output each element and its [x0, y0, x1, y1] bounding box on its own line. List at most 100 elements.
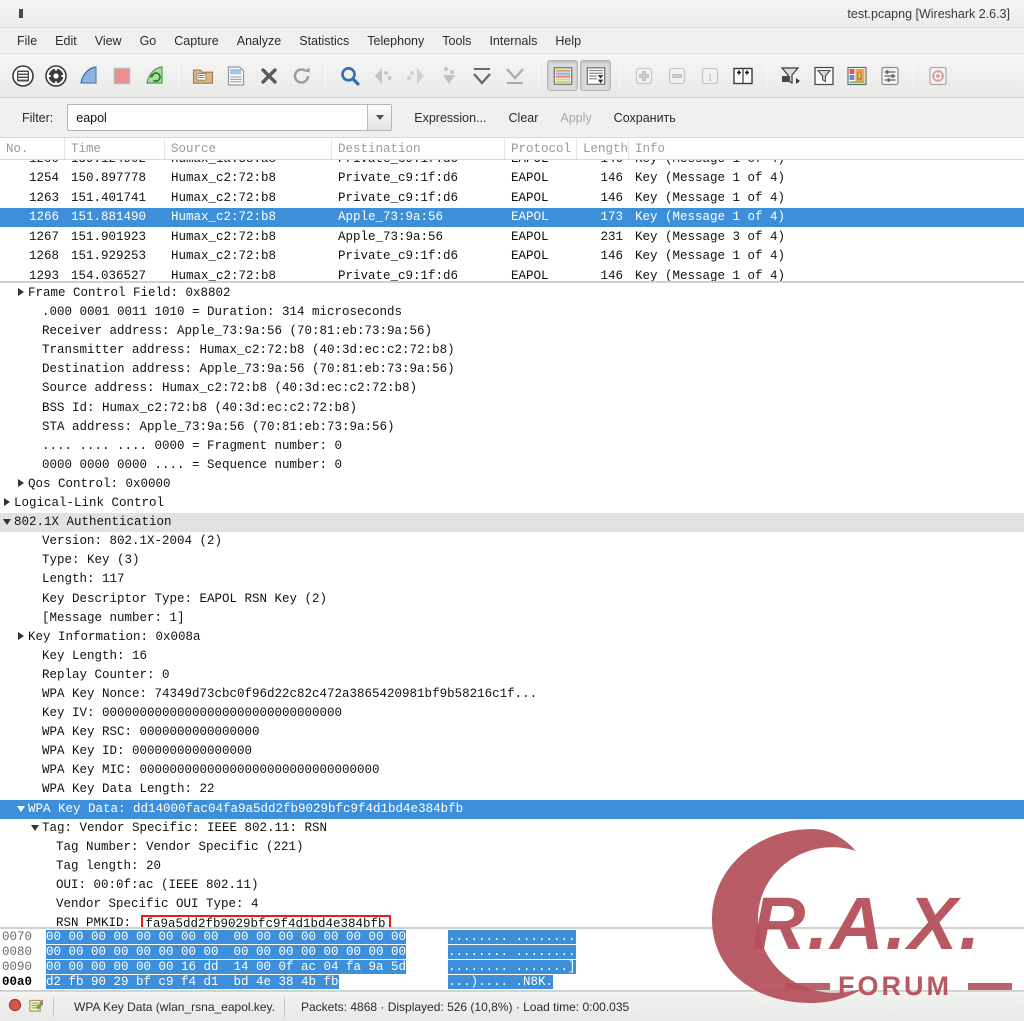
table-row[interactable]: 1254 150.897778 Humax_c2:72:b8 Private_c… — [0, 169, 1024, 189]
display-filters-icon[interactable] — [808, 60, 839, 91]
detail-tree-row[interactable]: Source address: Humax_c2:72:b8 (40:3d:ec… — [0, 379, 1024, 398]
detail-tree-row[interactable]: Tag Number: Vendor Specific (221) — [0, 838, 1024, 857]
column-header-destination[interactable]: Destination — [332, 138, 505, 159]
menu-item-file[interactable]: File — [8, 31, 46, 51]
filter-save-button[interactable]: Сохранить — [614, 111, 676, 125]
detail-tree-row[interactable]: BSS Id: Humax_c2:72:b8 (40:3d:ec:c2:72:b… — [0, 399, 1024, 418]
zoom-in-icon[interactable] — [628, 60, 659, 91]
chevron-right-icon[interactable] — [14, 284, 28, 303]
interface-list-icon[interactable] — [7, 60, 38, 91]
chevron-right-icon[interactable] — [14, 628, 28, 647]
resize-columns-icon[interactable] — [727, 60, 758, 91]
detail-tree-row[interactable]: Destination address: Apple_73:9a:56 (70:… — [0, 360, 1024, 379]
column-header-info[interactable]: Info — [629, 138, 1024, 159]
detail-tree-row[interactable]: RSN PMKID: fa9a5dd2fb9029bfc9f4d1bd4e384… — [0, 914, 1024, 927]
detail-tree-row[interactable]: Key Information: 0x008a — [0, 628, 1024, 647]
packet-list-rows[interactable]: 1200 139.124902 Humax_1a:88:a8 Private_c… — [0, 160, 1024, 281]
preferences-icon[interactable] — [874, 60, 905, 91]
detail-tree-row[interactable]: .000 0001 0011 1010 = Duration: 314 micr… — [0, 303, 1024, 322]
go-back-icon[interactable] — [367, 60, 398, 91]
detail-tree-row[interactable]: WPA Key Nonce: 74349d73cbc0f96d22c82c472… — [0, 685, 1024, 704]
menu-item-go[interactable]: Go — [131, 31, 166, 51]
open-file-icon[interactable] — [187, 60, 218, 91]
detail-tree-row[interactable]: Frame Control Field: 0x8802 — [0, 284, 1024, 303]
detail-tree-row[interactable]: Replay Counter: 0 — [0, 666, 1024, 685]
menu-item-analyze[interactable]: Analyze — [228, 31, 290, 51]
detail-tree-row[interactable]: Type: Key (3) — [0, 551, 1024, 570]
coloring-rules-icon[interactable] — [841, 60, 872, 91]
packet-list-pane[interactable]: No. Time Source Destination Protocol Len… — [0, 138, 1024, 283]
menu-item-internals[interactable]: Internals — [480, 31, 546, 51]
detail-tree-row[interactable]: Tag: Vendor Specific: IEEE 802.11: RSN — [0, 819, 1024, 838]
column-header-source[interactable]: Source — [165, 138, 332, 159]
find-packet-icon[interactable] — [334, 60, 365, 91]
zoom-normal-icon[interactable]: 1 — [694, 60, 725, 91]
menu-item-help[interactable]: Help — [546, 31, 590, 51]
go-forward-icon[interactable] — [400, 60, 431, 91]
detail-tree-row[interactable]: [Message number: 1] — [0, 609, 1024, 628]
chevron-down-icon[interactable] — [14, 800, 28, 819]
detail-tree-row[interactable]: Key Length: 16 — [0, 647, 1024, 666]
colorize-icon[interactable] — [547, 60, 578, 91]
detail-tree-row[interactable]: Version: 802.1X-2004 (2) — [0, 532, 1024, 551]
column-header-time[interactable]: Time — [65, 138, 165, 159]
capture-comment-icon[interactable] — [28, 998, 44, 1016]
column-header-no[interactable]: No. — [0, 138, 65, 159]
detail-tree-row[interactable]: Key IV: 00000000000000000000000000000000 — [0, 704, 1024, 723]
detail-tree-row[interactable]: .... .... .... 0000 = Fragment number: 0 — [0, 437, 1024, 456]
menu-item-view[interactable]: View — [86, 31, 131, 51]
reload-file-icon[interactable] — [286, 60, 317, 91]
detail-tree-row[interactable]: WPA Key Data Length: 22 — [0, 780, 1024, 799]
detail-tree-row[interactable]: WPA Key Data: dd14000fac04fa9a5dd2fb9029… — [0, 799, 1024, 819]
filter-clear-button[interactable]: Clear — [509, 111, 539, 125]
detail-tree-row[interactable]: Vendor Specific OUI Type: 4 — [0, 895, 1024, 914]
menu-item-statistics[interactable]: Statistics — [290, 31, 358, 51]
start-capture-icon[interactable] — [73, 60, 104, 91]
filter-history-dropdown[interactable] — [367, 105, 392, 130]
column-header-length[interactable]: Length — [577, 138, 629, 159]
hex-dump-row[interactable]: 0080 00 00 00 00 00 00 00 00 00 00 00 00 … — [0, 945, 1024, 960]
packet-details-pane[interactable]: Frame Control Field: 0x8802 .000 0001 001… — [0, 283, 1024, 929]
chevron-right-icon[interactable] — [0, 494, 14, 513]
detail-tree-row[interactable]: Qos Control: 0x0000 — [0, 475, 1024, 494]
save-file-icon[interactable] — [220, 60, 251, 91]
restart-capture-icon[interactable] — [139, 60, 170, 91]
chevron-down-icon[interactable] — [28, 819, 42, 838]
detail-tree-row[interactable]: WPA Key MIC: 000000000000000000000000000… — [0, 761, 1024, 780]
table-row[interactable]: 1267 151.901923 Humax_c2:72:b8 Apple_73:… — [0, 227, 1024, 247]
chevron-down-icon[interactable] — [0, 513, 14, 532]
stop-capture-icon[interactable] — [106, 60, 137, 91]
detail-tree-row[interactable]: Logical-Link Control — [0, 494, 1024, 513]
menu-item-tools[interactable]: Tools — [433, 31, 480, 51]
capture-options-icon[interactable] — [40, 60, 71, 91]
hex-dump-row[interactable]: 0090 00 00 00 00 00 00 16 dd 14 00 0f ac … — [0, 960, 1024, 975]
menu-item-telephony[interactable]: Telephony — [358, 31, 433, 51]
detail-tree-row[interactable]: WPA Key ID: 0000000000000000 — [0, 742, 1024, 761]
table-row[interactable]: 1263 151.401741 Humax_c2:72:b8 Private_c… — [0, 188, 1024, 208]
filter-input-wrapper[interactable]: eapol — [67, 104, 393, 131]
go-last-packet-icon[interactable] — [499, 60, 530, 91]
packet-bytes-pane[interactable]: 0070 00 00 00 00 00 00 00 00 00 00 00 00 … — [0, 929, 1024, 991]
detail-tree-row[interactable]: STA address: Apple_73:9a:56 (70:81:eb:73… — [0, 418, 1024, 437]
detail-tree-row[interactable]: Transmitter address: Humax_c2:72:b8 (40:… — [0, 341, 1024, 360]
hex-dump-row[interactable]: 0070 00 00 00 00 00 00 00 00 00 00 00 00 … — [0, 930, 1024, 945]
filter-input[interactable]: eapol — [68, 111, 367, 125]
detail-tree-row[interactable]: WPA Key RSC: 0000000000000000 — [0, 723, 1024, 742]
capture-filters-icon[interactable] — [775, 60, 806, 91]
expert-info-error-icon[interactable] — [8, 998, 22, 1015]
detail-tree-row[interactable]: OUI: 00:0f:ac (IEEE 802.11) — [0, 876, 1024, 895]
table-row[interactable]: 1200 139.124902 Humax_1a:88:a8 Private_c… — [0, 160, 1024, 169]
zoom-out-icon[interactable] — [661, 60, 692, 91]
table-row[interactable]: 1268 151.929253 Humax_c2:72:b8 Private_c… — [0, 247, 1024, 267]
filter-apply-button[interactable]: Apply — [560, 111, 591, 125]
menu-item-capture[interactable]: Capture — [165, 31, 227, 51]
detail-tree-row[interactable]: 0000 0000 0000 .... = Sequence number: 0 — [0, 456, 1024, 475]
table-row[interactable]: 1293 154.036527 Humax_c2:72:b8 Private_c… — [0, 266, 1024, 281]
chevron-right-icon[interactable] — [14, 475, 28, 494]
detail-tree-row[interactable]: Length: 117 — [0, 570, 1024, 589]
detail-tree-row[interactable]: Key Descriptor Type: EAPOL RSN Key (2) — [0, 590, 1024, 609]
hex-dump-row[interactable]: 00a0 d2 fb 90 29 bf c9 f4 d1 bd 4e 38 4b … — [0, 975, 1024, 990]
help-icon[interactable] — [922, 60, 953, 91]
go-to-packet-icon[interactable] — [433, 60, 464, 91]
filter-expression-button[interactable]: Expression... — [414, 111, 486, 125]
